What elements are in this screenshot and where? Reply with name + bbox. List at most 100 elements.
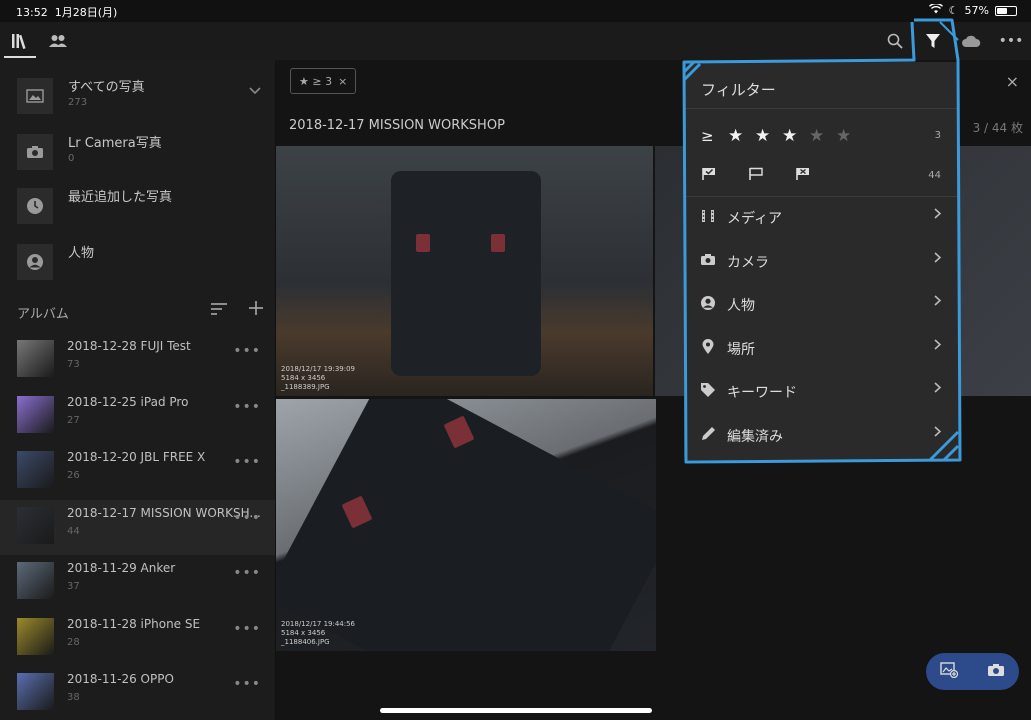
filter-icon[interactable] [922, 30, 944, 52]
album-item[interactable]: 2018-11-29 Anker 37 ••• [0, 555, 275, 610]
photo-count: 3 / 44 枚 [972, 121, 1023, 135]
more-icon[interactable]: ••• [999, 30, 1024, 52]
photo-thumbnail[interactable]: 2018/12/17 19:44:56 5184 x 3456 _1188406… [276, 399, 656, 651]
person-icon [17, 244, 53, 280]
battery-percent: 57% [964, 4, 989, 17]
chevron-right-icon [934, 382, 942, 397]
library-item-count: 273 [68, 97, 88, 108]
album-item[interactable]: 2018-12-25 iPad Pro 27 ••• [0, 389, 275, 444]
location-pin-icon [699, 338, 717, 356]
star-icon[interactable]: ★ [836, 126, 863, 146]
album-name: 2018-12-25 iPad Pro [67, 394, 189, 409]
flag-count: 44 [928, 170, 941, 181]
rating-operator[interactable]: ≥ [701, 127, 728, 145]
chevron-right-icon [934, 338, 942, 354]
filter-menu-label: 場所 [727, 341, 755, 358]
library-recently-added[interactable]: 最近追加した写真 [0, 180, 275, 236]
album-item[interactable]: 2018-11-28 iPhone SE 28 ••• [0, 611, 275, 666]
more-icon[interactable]: ••• [233, 565, 261, 581]
library-lr-camera[interactable]: Lr Camera写真 0 [0, 126, 275, 182]
filter-menu-label: 編集済み [727, 428, 783, 445]
more-icon[interactable]: ••• [233, 454, 261, 470]
chevron-right-icon [934, 425, 942, 441]
active-filter-chip[interactable]: ★ ≥ 3 × [290, 68, 357, 94]
add-photo-icon[interactable] [940, 661, 959, 682]
filter-menu-label: メディア [727, 211, 783, 227]
close-filter-button[interactable]: × [1006, 72, 1019, 91]
camera-icon [699, 251, 717, 269]
more-icon[interactable]: ••• [233, 676, 261, 692]
more-icon[interactable]: ••• [233, 399, 261, 415]
sort-icon[interactable] [211, 300, 227, 319]
album-thumbnail [17, 617, 54, 655]
filter-menu-item[interactable]: 編集済み [684, 414, 959, 457]
album-name: 2018-12-20 JBL FREE X [67, 450, 206, 464]
library-icon[interactable] [9, 30, 31, 52]
filter-menu-item[interactable]: 人物 [684, 283, 959, 326]
chevron-right-icon [934, 295, 942, 310]
star-icon[interactable]: ★ [728, 126, 755, 146]
album-thumbnail [17, 562, 54, 599]
status-bar: 13:52 1月28日(月) ☾ 57% [0, 0, 1031, 22]
library-item-label: 人物 [68, 246, 95, 261]
filter-menu-item[interactable]: カメラ [684, 240, 959, 283]
add-album-icon[interactable] [249, 300, 263, 319]
filter-chip-label: ★ ≥ 3 [299, 74, 333, 88]
album-count: 26 [67, 470, 80, 481]
search-icon[interactable] [884, 30, 906, 52]
albums-header: アルバム [17, 307, 69, 322]
people-icon[interactable] [47, 30, 69, 52]
filter-panel: フィルター ≥ ★ ★ ★ ★ ★ 3 44 メディア カメラ 人物 場所 キーワード 編集済み [684, 62, 959, 460]
cloud-icon[interactable] [960, 30, 982, 52]
library-item-label: Lr Camera写真 [68, 136, 162, 151]
flag-rejected-icon[interactable] [795, 167, 842, 185]
flag-filter: 44 [701, 166, 941, 186]
library-all-photos[interactable]: すべての写真 273 [0, 70, 275, 126]
star-icon[interactable]: ★ [782, 126, 809, 146]
person-icon [699, 294, 717, 312]
wifi-icon [928, 2, 943, 17]
album-item[interactable]: 2018-12-28 FUJI Test 73 ••• [0, 333, 275, 388]
album-item[interactable]: 2018-11-26 OPPO 38 ••• [0, 666, 275, 720]
album-name: 2018-11-26 OPPO [67, 672, 174, 686]
photo-meta: 2018/12/17 19:39:09 5184 x 3456 _1188389… [281, 365, 356, 391]
moon-icon: ☾ [948, 4, 959, 17]
close-icon[interactable]: × [338, 75, 347, 88]
rating-count: 3 [934, 130, 941, 141]
library-item-count: 0 [68, 153, 75, 164]
filter-menu-item[interactable]: 場所 [684, 327, 959, 370]
chevron-right-icon [934, 208, 942, 223]
chevron-down-icon[interactable] [249, 84, 261, 99]
star-icon[interactable]: ★ [755, 126, 782, 146]
more-icon[interactable]: ••• [233, 621, 261, 637]
photo-thumbnail[interactable]: 2018/12/17 19:39:09 5184 x 3456 _1188389… [276, 146, 653, 396]
album-item[interactable]: 2018-12-20 JBL FREE X 26 ••• [0, 444, 275, 499]
album-count: 44 [67, 525, 80, 537]
flag-picked-icon[interactable] [701, 167, 748, 185]
album-name: 2018-12-28 FUJI Test [67, 339, 191, 353]
album-name: 2018-11-29 Anker [67, 561, 176, 575]
sidebar: すべての写真 273 Lr Camera写真 0 最近追加した写真 人物 アルバ… [0, 60, 275, 720]
more-icon[interactable]: ••• [233, 343, 261, 359]
filter-menu-item[interactable]: キーワード [684, 370, 959, 413]
album-name: 2018-12-17 MISSION WORKSH... [67, 505, 261, 520]
filter-menu-item[interactable]: メディア [684, 196, 959, 239]
album-thumbnail [17, 340, 54, 377]
pencil-icon [699, 425, 717, 443]
star-icon[interactable]: ★ [809, 126, 836, 146]
album-count: 73 [67, 359, 80, 370]
chevron-right-icon [934, 251, 942, 267]
more-icon[interactable]: ••• [233, 510, 261, 526]
camera-icon [17, 134, 53, 170]
film-icon [699, 207, 717, 225]
folder-title: 2018-12-17 MISSION WORKSHOP [289, 118, 505, 133]
active-tab-indicator [4, 56, 36, 58]
home-indicator [380, 708, 652, 713]
album-item[interactable]: 2018-12-17 MISSION WORKSH... 44 ••• [0, 499, 275, 555]
album-thumbnail [17, 506, 54, 544]
library-people[interactable]: 人物 [0, 236, 275, 292]
flag-unflagged-icon[interactable] [748, 167, 795, 185]
library-item-label: 最近追加した写真 [68, 190, 173, 205]
filter-menu-label: キーワード [727, 385, 797, 401]
camera-icon[interactable] [987, 663, 1005, 681]
